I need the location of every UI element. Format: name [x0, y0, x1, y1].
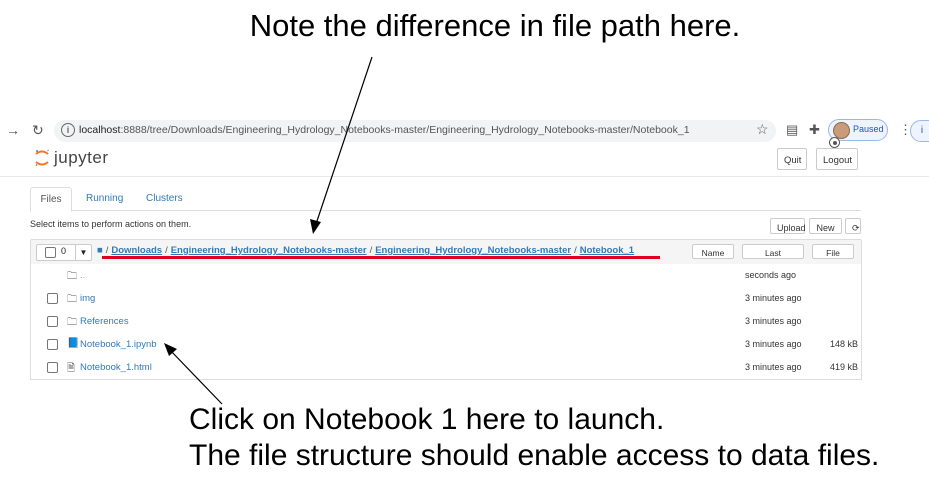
file-modified: 3 minutes ago: [745, 339, 802, 349]
breadcrumb-item[interactable]: Engineering_Hydrology_Notebooks-master: [375, 245, 571, 256]
annotation-bottom-note: Click on Notebook 1 here to launch. The …: [189, 402, 879, 474]
breadcrumb: ■ / Downloads / Engineering_Hydrology_Notebo…: [97, 245, 635, 256]
row-checkbox[interactable]: [47, 362, 58, 373]
tab-bar: Files Running Clusters: [30, 187, 861, 212]
annotation-line: The file structure should enable access …: [189, 439, 880, 472]
upload-button[interactable]: Upload: [770, 218, 806, 234]
reload-icon[interactable]: ↻: [32, 122, 44, 139]
row-checkbox[interactable]: [47, 293, 58, 304]
list-item[interactable]: 🗀 .. seconds ago: [30, 264, 862, 288]
select-all-checkbox[interactable]: [45, 247, 56, 258]
file-modified: 3 minutes ago: [745, 362, 802, 372]
row-checkbox[interactable]: [47, 316, 58, 327]
logout-button[interactable]: Logout: [816, 148, 858, 170]
file-icon: 🗎: [67, 363, 76, 374]
file-size: 148 kB: [829, 339, 858, 349]
profile-status: Paused: [853, 124, 884, 134]
list-item[interactable]: 🗎 Notebook_1.html 3 minutes ago 419 kB: [30, 356, 862, 380]
file-name[interactable]: img: [80, 293, 95, 304]
folder-icon[interactable]: ■: [97, 245, 103, 256]
jupyter-header: jupyter Quit Logout: [0, 145, 929, 177]
file-size: 419 kB: [829, 362, 858, 372]
new-button[interactable]: New ▾: [809, 218, 842, 249]
list-item[interactable]: 🗀 References 3 minutes ago: [30, 310, 862, 334]
folder-icon: 🗀: [67, 294, 77, 305]
selected-count: 0: [61, 246, 67, 256]
bookmark-star-icon[interactable]: ☆: [756, 121, 769, 138]
sort-size-button[interactable]: File size: [812, 244, 854, 273]
row-checkbox[interactable]: [47, 339, 58, 350]
jupyter-logo-icon: [35, 149, 49, 166]
file-name[interactable]: References: [80, 316, 129, 327]
breadcrumb-item[interactable]: Notebook_1: [580, 245, 634, 256]
select-all-dropdown[interactable]: 0 ▼: [36, 244, 92, 261]
file-modified: seconds ago: [745, 270, 797, 280]
extensions-icon[interactable]: ✚: [809, 122, 820, 138]
info-icon[interactable]: i: [61, 123, 75, 137]
folder-icon: 🗀: [67, 317, 77, 328]
file-list-header: 0 ▼ ■ / Downloads / Engineering_Hydrology_No…: [30, 239, 862, 273]
select-message: Select items to perform actions on them.: [30, 219, 192, 229]
side-extension-button[interactable]: i: [910, 120, 929, 142]
file-name[interactable]: Notebook_1.html: [80, 362, 152, 373]
file-modified: 3 minutes ago: [745, 293, 802, 303]
tab-clusters[interactable]: Clusters: [146, 187, 183, 210]
highlight-underline: [102, 256, 660, 259]
reading-list-icon[interactable]: ▤: [786, 122, 798, 138]
jupyter-logo-text[interactable]: jupyter: [54, 148, 109, 168]
breadcrumb-item[interactable]: Engineering_Hydrology_Notebooks-master: [171, 245, 367, 256]
file-name[interactable]: ..: [80, 270, 85, 281]
quit-button[interactable]: Quit: [777, 148, 807, 170]
annotation-line: Click on Notebook 1 here to launch.: [189, 403, 665, 436]
breadcrumb-item[interactable]: Downloads: [111, 245, 162, 256]
file-name[interactable]: Notebook_1.ipynb: [80, 339, 157, 350]
chevron-down-icon[interactable]: ▼: [75, 245, 91, 260]
sort-name-button[interactable]: Name ↓: [692, 244, 734, 273]
annotation-top-note: Note the difference in file path here.: [249, 8, 741, 43]
tab-files[interactable]: Files: [30, 187, 72, 212]
sort-modified-button[interactable]: Last Modified: [742, 244, 804, 273]
list-item[interactable]: 🗀 img 3 minutes ago: [30, 287, 862, 311]
notebook-icon: 📘: [67, 338, 80, 349]
forward-icon[interactable]: →: [6, 122, 20, 138]
refresh-icon[interactable]: ⟳: [845, 218, 861, 234]
browser-toolbar: → ↻ i localhost:8888/tree/Downloads/Engi…: [0, 118, 929, 144]
url-text: localhost:8888/tree/Downloads/Engineerin…: [79, 124, 690, 136]
address-bar[interactable]: i localhost:8888/tree/Downloads/Engineer…: [54, 120, 776, 142]
list-item[interactable]: 📘 Notebook_1.ipynb 3 minutes ago 148 kB: [30, 333, 862, 357]
folder-icon: 🗀: [67, 271, 77, 282]
file-modified: 3 minutes ago: [745, 316, 802, 326]
arrowhead-icon: [310, 219, 321, 234]
tab-running[interactable]: Running: [86, 187, 123, 210]
